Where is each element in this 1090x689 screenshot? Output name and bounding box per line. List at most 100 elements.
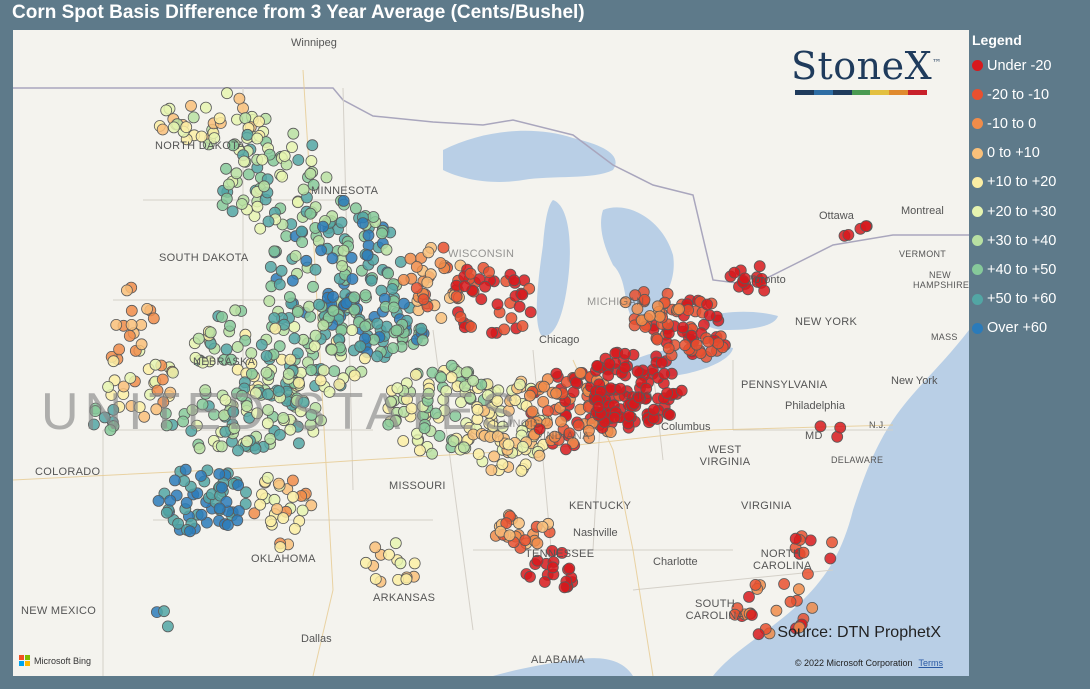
basis-point[interactable] bbox=[359, 556, 372, 569]
basis-point[interactable] bbox=[215, 440, 228, 453]
basis-point[interactable] bbox=[224, 319, 236, 332]
basis-point[interactable] bbox=[824, 552, 837, 565]
basis-point[interactable] bbox=[623, 409, 636, 422]
basis-point[interactable] bbox=[167, 121, 180, 134]
basis-point[interactable] bbox=[394, 557, 407, 570]
basis-point[interactable] bbox=[273, 278, 286, 291]
basis-point[interactable] bbox=[326, 252, 339, 265]
basis-point[interactable] bbox=[703, 309, 716, 322]
basis-point[interactable] bbox=[712, 337, 724, 350]
basis-point[interactable] bbox=[327, 304, 340, 317]
basis-point[interactable] bbox=[230, 167, 243, 180]
basis-point[interactable] bbox=[387, 342, 399, 355]
basis-point[interactable] bbox=[193, 442, 206, 455]
basis-point[interactable] bbox=[421, 276, 434, 289]
basis-point[interactable] bbox=[297, 183, 310, 196]
basis-point[interactable] bbox=[113, 343, 125, 356]
basis-point[interactable] bbox=[296, 504, 309, 517]
basis-point[interactable] bbox=[262, 215, 275, 228]
basis-point[interactable] bbox=[245, 367, 258, 380]
basis-point[interactable] bbox=[304, 310, 317, 323]
basis-point[interactable] bbox=[275, 264, 288, 277]
basis-point[interactable] bbox=[386, 283, 399, 295]
legend-item[interactable]: +40 to +50 bbox=[972, 255, 1088, 284]
basis-point[interactable] bbox=[161, 620, 174, 633]
basis-point[interactable] bbox=[213, 502, 226, 515]
basis-point[interactable] bbox=[361, 249, 374, 262]
basis-point[interactable] bbox=[651, 333, 664, 346]
basis-point[interactable] bbox=[679, 339, 691, 352]
basis-point[interactable] bbox=[702, 335, 715, 348]
basis-point[interactable] bbox=[486, 326, 498, 339]
basis-point[interactable] bbox=[519, 534, 532, 547]
basis-point[interactable] bbox=[123, 329, 136, 342]
legend-item[interactable]: -10 to 0 bbox=[972, 109, 1088, 138]
basis-point[interactable] bbox=[337, 244, 350, 257]
basis-point[interactable] bbox=[158, 605, 170, 618]
basis-point[interactable] bbox=[195, 470, 207, 482]
bing-credit[interactable]: Microsoft Bing bbox=[19, 655, 91, 666]
basis-point[interactable] bbox=[309, 329, 322, 342]
basis-point[interactable] bbox=[272, 477, 285, 490]
basis-point[interactable] bbox=[110, 318, 123, 331]
basis-point[interactable] bbox=[187, 111, 200, 124]
basis-point[interactable] bbox=[503, 529, 516, 542]
basis-point[interactable] bbox=[608, 411, 621, 424]
legend-item[interactable]: Under -20 bbox=[972, 51, 1088, 80]
basis-point[interactable] bbox=[216, 311, 228, 323]
basis-point[interactable] bbox=[282, 368, 295, 380]
basis-point[interactable] bbox=[327, 290, 340, 303]
basis-point[interactable] bbox=[253, 115, 265, 128]
basis-point[interactable] bbox=[226, 205, 239, 218]
basis-point[interactable] bbox=[389, 537, 402, 550]
basis-point[interactable] bbox=[264, 515, 277, 528]
basis-point[interactable] bbox=[651, 300, 664, 313]
basis-point[interactable] bbox=[125, 304, 138, 317]
basis-point[interactable] bbox=[410, 260, 423, 273]
legend-item[interactable]: -20 to -10 bbox=[972, 80, 1088, 109]
basis-point[interactable] bbox=[274, 541, 287, 553]
basis-point[interactable] bbox=[485, 464, 498, 477]
basis-point[interactable] bbox=[317, 220, 329, 233]
basis-point[interactable] bbox=[235, 198, 248, 210]
basis-point[interactable] bbox=[346, 324, 359, 337]
basis-point[interactable] bbox=[365, 274, 378, 287]
basis-point[interactable] bbox=[516, 288, 529, 301]
basis-point[interactable] bbox=[160, 506, 173, 519]
basis-point[interactable] bbox=[317, 319, 330, 332]
basis-point[interactable] bbox=[435, 312, 448, 324]
basis-point[interactable] bbox=[354, 340, 367, 353]
basis-point[interactable] bbox=[479, 280, 492, 293]
basis-point[interactable] bbox=[308, 340, 321, 353]
basis-point[interactable] bbox=[574, 367, 587, 379]
basis-point[interactable] bbox=[524, 570, 536, 583]
basis-point[interactable] bbox=[701, 298, 713, 311]
legend-item[interactable]: +20 to +30 bbox=[972, 197, 1088, 226]
basis-point[interactable] bbox=[542, 405, 554, 417]
basis-point[interactable] bbox=[222, 178, 235, 191]
basis-point[interactable] bbox=[426, 447, 438, 460]
basis-point[interactable] bbox=[317, 364, 330, 377]
basis-point[interactable] bbox=[164, 494, 177, 507]
basis-point[interactable] bbox=[278, 150, 291, 162]
basis-point[interactable] bbox=[192, 332, 205, 345]
basis-point[interactable] bbox=[770, 604, 783, 617]
basis-point[interactable] bbox=[526, 405, 539, 418]
basis-point[interactable] bbox=[180, 121, 193, 133]
basis-point[interactable] bbox=[215, 481, 228, 494]
basis-point[interactable] bbox=[180, 496, 193, 509]
basis-point[interactable] bbox=[563, 562, 576, 575]
basis-point[interactable] bbox=[662, 342, 675, 355]
basis-point[interactable] bbox=[269, 322, 282, 335]
basis-point[interactable] bbox=[558, 581, 571, 594]
basis-point[interactable] bbox=[276, 170, 289, 183]
legend-item[interactable]: Over +60 bbox=[972, 314, 1088, 343]
basis-point[interactable] bbox=[498, 323, 511, 336]
basis-point[interactable] bbox=[348, 369, 361, 382]
basis-point[interactable] bbox=[295, 225, 308, 238]
basis-point[interactable] bbox=[602, 369, 615, 382]
basis-point[interactable] bbox=[752, 628, 765, 641]
basis-point[interactable] bbox=[371, 350, 384, 363]
basis-point[interactable] bbox=[255, 338, 268, 351]
basis-point[interactable] bbox=[743, 591, 755, 603]
